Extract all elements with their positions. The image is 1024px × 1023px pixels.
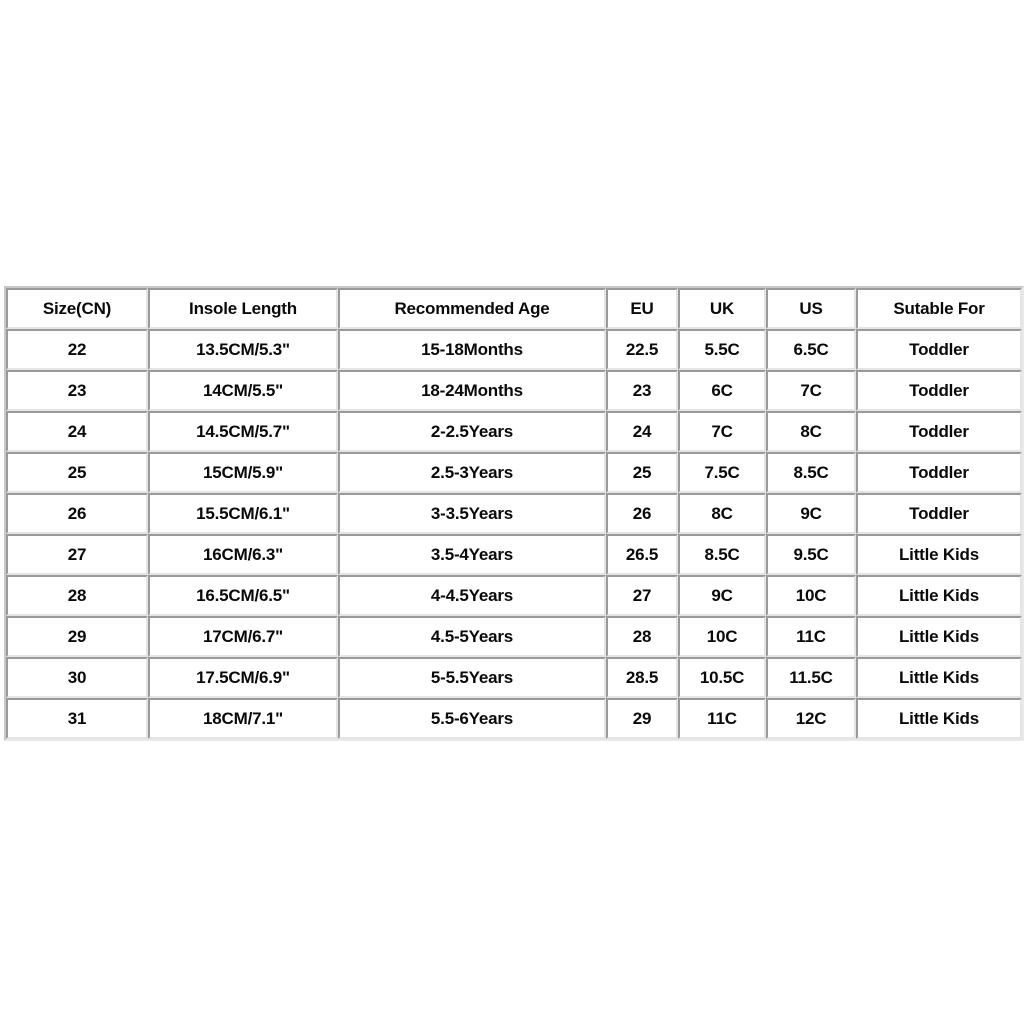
cell-uk: 9C <box>678 575 766 616</box>
table-row: 26 15.5CM/6.1" 3-3.5Years 26 8C 9C Toddler <box>6 493 1022 534</box>
cell-age: 5.5-6Years <box>338 698 606 739</box>
cell-insole: 16.5CM/6.5" <box>148 575 338 616</box>
cell-size_cn: 24 <box>6 411 148 452</box>
cell-uk: 7.5C <box>678 452 766 493</box>
cell-for: Little Kids <box>856 657 1022 698</box>
cell-size_cn: 27 <box>6 534 148 575</box>
table-row: 31 18CM/7.1" 5.5-6Years 29 11C 12C Little Kids <box>6 698 1022 739</box>
cell-eu: 29 <box>606 698 678 739</box>
cell-insole: 13.5CM/5.3" <box>148 329 338 370</box>
cell-uk: 10.5C <box>678 657 766 698</box>
cell-age: 5-5.5Years <box>338 657 606 698</box>
table-row: 29 17CM/6.7" 4.5-5Years 28 10C 11C Little Kids <box>6 616 1022 657</box>
cell-us: 9C <box>766 493 856 534</box>
cell-uk: 8C <box>678 493 766 534</box>
cell-age: 2.5-3Years <box>338 452 606 493</box>
cell-for: Toddler <box>856 370 1022 411</box>
cell-age: 18-24Months <box>338 370 606 411</box>
cell-for: Little Kids <box>856 575 1022 616</box>
cell-age: 4.5-5Years <box>338 616 606 657</box>
cell-eu: 23 <box>606 370 678 411</box>
cell-eu: 27 <box>606 575 678 616</box>
cell-us: 11.5C <box>766 657 856 698</box>
cell-size_cn: 23 <box>6 370 148 411</box>
table-row: 28 16.5CM/6.5" 4-4.5Years 27 9C 10C Little Kid… <box>6 575 1022 616</box>
cell-eu: 22.5 <box>606 329 678 370</box>
table-row: 30 17.5CM/6.9" 5-5.5Years 28.5 10.5C 11.5C Lit… <box>6 657 1022 698</box>
cell-for: Toddler <box>856 493 1022 534</box>
cell-size_cn: 28 <box>6 575 148 616</box>
cell-age: 4-4.5Years <box>338 575 606 616</box>
cell-size_cn: 22 <box>6 329 148 370</box>
shoe-size-chart-table: Size(CN) Insole Length Recommended Age EU UK… <box>4 286 1024 741</box>
cell-uk: 11C <box>678 698 766 739</box>
cell-insole: 15CM/5.9" <box>148 452 338 493</box>
cell-eu: 28 <box>606 616 678 657</box>
cell-insole: 18CM/7.1" <box>148 698 338 739</box>
cell-us: 7C <box>766 370 856 411</box>
cell-for: Toddler <box>856 329 1022 370</box>
cell-insole: 14.5CM/5.7" <box>148 411 338 452</box>
cell-eu: 26.5 <box>606 534 678 575</box>
cell-insole: 17.5CM/6.9" <box>148 657 338 698</box>
table-row: 25 15CM/5.9" 2.5-3Years 25 7.5C 8.5C Toddler <box>6 452 1022 493</box>
cell-uk: 10C <box>678 616 766 657</box>
table-header-row: Size(CN) Insole Length Recommended Age EU UK… <box>6 288 1022 329</box>
column-header-insole: Insole Length <box>148 288 338 329</box>
cell-for: Toddler <box>856 452 1022 493</box>
cell-uk: 6C <box>678 370 766 411</box>
cell-eu: 28.5 <box>606 657 678 698</box>
cell-age: 15-18Months <box>338 329 606 370</box>
column-header-age: Recommended Age <box>338 288 606 329</box>
cell-eu: 25 <box>606 452 678 493</box>
cell-for: Toddler <box>856 411 1022 452</box>
cell-age: 2-2.5Years <box>338 411 606 452</box>
table-row: 23 14CM/5.5" 18-24Months 23 6C 7C Toddler <box>6 370 1022 411</box>
cell-us: 9.5C <box>766 534 856 575</box>
cell-us: 6.5C <box>766 329 856 370</box>
column-header-eu: EU <box>606 288 678 329</box>
cell-for: Little Kids <box>856 534 1022 575</box>
cell-eu: 24 <box>606 411 678 452</box>
cell-insole: 16CM/6.3" <box>148 534 338 575</box>
cell-us: 8.5C <box>766 452 856 493</box>
cell-us: 11C <box>766 616 856 657</box>
cell-insole: 14CM/5.5" <box>148 370 338 411</box>
cell-us: 12C <box>766 698 856 739</box>
column-header-size_cn: Size(CN) <box>6 288 148 329</box>
cell-insole: 15.5CM/6.1" <box>148 493 338 534</box>
size-chart-container: Size(CN) Insole Length Recommended Age EU UK… <box>4 286 1024 741</box>
cell-age: 3-3.5Years <box>338 493 606 534</box>
table-row: 27 16CM/6.3" 3.5-4Years 26.5 8.5C 9.5C Little … <box>6 534 1022 575</box>
cell-for: Little Kids <box>856 616 1022 657</box>
cell-us: 8C <box>766 411 856 452</box>
table-row: 24 14.5CM/5.7" 2-2.5Years 24 7C 8C Toddler <box>6 411 1022 452</box>
cell-age: 3.5-4Years <box>338 534 606 575</box>
column-header-for: Sutable For <box>856 288 1022 329</box>
cell-size_cn: 29 <box>6 616 148 657</box>
cell-uk: 5.5C <box>678 329 766 370</box>
column-header-us: US <box>766 288 856 329</box>
cell-size_cn: 26 <box>6 493 148 534</box>
cell-size_cn: 25 <box>6 452 148 493</box>
cell-size_cn: 30 <box>6 657 148 698</box>
cell-us: 10C <box>766 575 856 616</box>
cell-insole: 17CM/6.7" <box>148 616 338 657</box>
cell-uk: 8.5C <box>678 534 766 575</box>
cell-size_cn: 31 <box>6 698 148 739</box>
cell-uk: 7C <box>678 411 766 452</box>
cell-for: Little Kids <box>856 698 1022 739</box>
column-header-uk: UK <box>678 288 766 329</box>
table-row: 22 13.5CM/5.3" 15-18Months 22.5 5.5C 6.5C Todd… <box>6 329 1022 370</box>
cell-eu: 26 <box>606 493 678 534</box>
